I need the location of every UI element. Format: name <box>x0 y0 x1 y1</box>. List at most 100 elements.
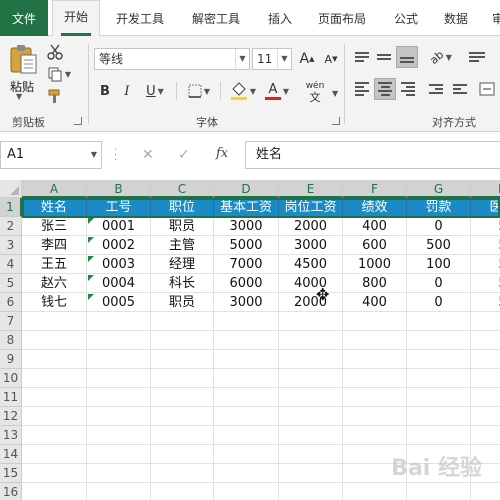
table-cell[interactable] <box>279 483 343 500</box>
table-cell[interactable] <box>214 350 279 369</box>
table-cell[interactable] <box>407 483 471 500</box>
table-cell[interactable]: 400 <box>343 293 407 312</box>
table-cell[interactable]: 500 <box>407 236 471 255</box>
decrease-indent-button[interactable] <box>426 78 446 100</box>
table-cell[interactable] <box>87 369 151 388</box>
table-cell[interactable]: 5 <box>471 274 500 293</box>
table-cell[interactable] <box>87 464 151 483</box>
increase-indent-button[interactable] <box>450 78 470 100</box>
decrease-font-button[interactable]: A ▼ <box>320 48 342 70</box>
table-cell[interactable] <box>279 331 343 350</box>
table-cell[interactable]: 赵六 <box>22 274 87 293</box>
column-header[interactable]: H <box>471 180 500 198</box>
table-cell[interactable] <box>279 350 343 369</box>
merge-center-button[interactable] <box>474 78 500 100</box>
tab-data[interactable]: 数据 <box>444 0 468 36</box>
table-cell[interactable] <box>22 445 87 464</box>
header-cell[interactable]: 岗位工资 <box>279 198 343 217</box>
row-header[interactable]: 7 <box>0 312 22 331</box>
table-cell[interactable] <box>214 331 279 350</box>
underline-button[interactable]: U ▼ <box>140 80 170 102</box>
table-cell[interactable] <box>22 331 87 350</box>
table-cell[interactable] <box>151 388 214 407</box>
enter-icon[interactable]: ✓ <box>178 147 190 163</box>
table-cell[interactable]: 0001 <box>87 217 151 236</box>
table-cell[interactable] <box>214 407 279 426</box>
increase-font-button[interactable]: A ▲ <box>296 48 318 70</box>
copy-button[interactable]: ▼ <box>44 64 74 84</box>
header-cell[interactable]: 工号 <box>87 198 151 217</box>
table-cell[interactable]: 3000 <box>214 293 279 312</box>
chevron-down-icon[interactable]: ▼ <box>332 89 338 98</box>
italic-button[interactable]: I <box>118 80 136 102</box>
table-cell[interactable]: 3000 <box>279 236 343 255</box>
table-cell[interactable] <box>407 407 471 426</box>
table-cell[interactable]: 0 <box>407 217 471 236</box>
table-cell[interactable] <box>279 407 343 426</box>
table-cell[interactable]: 0005 <box>87 293 151 312</box>
table-cell[interactable]: 职员 <box>151 217 214 236</box>
table-cell[interactable] <box>22 312 87 331</box>
table-cell[interactable]: 5 <box>471 255 500 274</box>
table-cell[interactable] <box>151 350 214 369</box>
table-cell[interactable] <box>279 388 343 407</box>
table-cell[interactable] <box>279 445 343 464</box>
table-cell[interactable]: 经理 <box>151 255 214 274</box>
table-cell[interactable] <box>22 464 87 483</box>
table-cell[interactable] <box>214 369 279 388</box>
row-header[interactable]: 10 <box>0 369 22 388</box>
table-cell[interactable] <box>151 369 214 388</box>
row-header[interactable]: 12 <box>0 407 22 426</box>
table-cell[interactable]: 0 <box>407 293 471 312</box>
table-cell[interactable] <box>87 388 151 407</box>
table-cell[interactable]: 0003 <box>87 255 151 274</box>
align-right-button[interactable] <box>398 78 418 100</box>
font-name-select[interactable]: 等线 ▼ <box>94 48 250 70</box>
table-cell[interactable] <box>22 407 87 426</box>
table-cell[interactable]: 5000 <box>214 236 279 255</box>
row-header[interactable]: 3 <box>0 236 22 255</box>
bold-button[interactable]: B <box>96 80 114 102</box>
table-cell[interactable] <box>214 388 279 407</box>
column-header[interactable]: C <box>151 180 214 198</box>
row-header[interactable]: 9 <box>0 350 22 369</box>
column-header[interactable]: A <box>22 180 87 198</box>
row-header[interactable]: 2 <box>0 217 22 236</box>
table-cell[interactable]: 5 <box>471 236 500 255</box>
table-cell[interactable] <box>214 483 279 500</box>
error-indicator-icon[interactable] <box>88 256 94 262</box>
column-header[interactable]: E <box>279 180 343 198</box>
table-cell[interactable]: 4500 <box>279 255 343 274</box>
error-indicator-icon[interactable] <box>88 275 94 281</box>
tab-home[interactable]: 开始 <box>52 0 100 37</box>
table-cell[interactable]: 0 <box>407 274 471 293</box>
table-cell[interactable] <box>471 483 500 500</box>
table-cell[interactable]: 职员 <box>151 293 214 312</box>
column-header[interactable]: G <box>407 180 471 198</box>
table-cell[interactable] <box>279 464 343 483</box>
table-cell[interactable]: 5 <box>471 217 500 236</box>
fill-color-button[interactable]: ▼ <box>226 78 260 104</box>
table-cell[interactable]: 5 <box>471 293 500 312</box>
table-cell[interactable] <box>87 331 151 350</box>
table-cell[interactable] <box>343 426 407 445</box>
row-header[interactable]: 14 <box>0 445 22 464</box>
table-cell[interactable]: 钱七 <box>22 293 87 312</box>
insert-function-icon[interactable]: fx <box>216 146 228 161</box>
align-left-button[interactable] <box>352 78 372 100</box>
row-header[interactable]: 15 <box>0 464 22 483</box>
phonetic-guide-button[interactable]: wén 文 <box>300 76 330 108</box>
table-cell[interactable] <box>407 426 471 445</box>
table-cell[interactable] <box>407 369 471 388</box>
table-cell[interactable] <box>87 445 151 464</box>
table-cell[interactable] <box>343 388 407 407</box>
table-cell[interactable] <box>407 331 471 350</box>
tab-page-layout[interactable]: 页面布局 <box>318 0 366 36</box>
tab-developer[interactable]: 开发工具 <box>116 0 164 36</box>
column-header[interactable]: D <box>214 180 279 198</box>
row-header[interactable]: 11 <box>0 388 22 407</box>
column-header[interactable]: B <box>87 180 151 198</box>
bottom-align-button[interactable] <box>396 46 418 68</box>
table-cell[interactable] <box>343 483 407 500</box>
cut-button[interactable] <box>44 42 66 62</box>
